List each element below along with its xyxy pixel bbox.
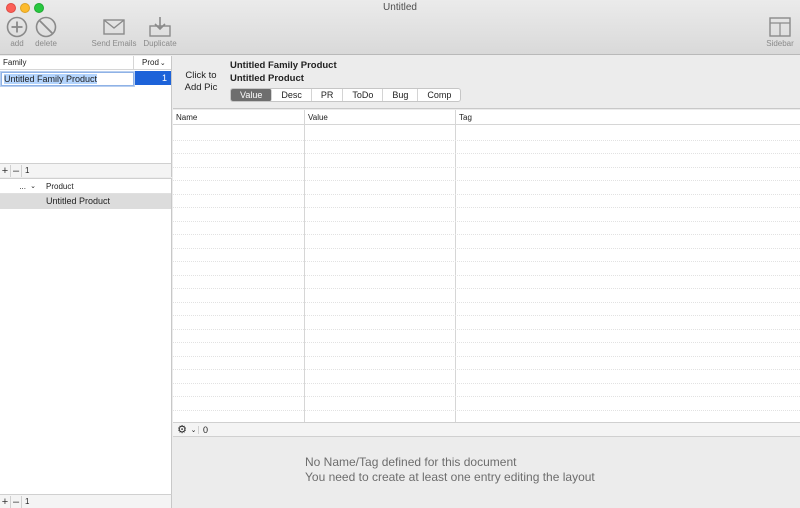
add-label: add: [10, 39, 24, 48]
empty-row-guide: [173, 328, 800, 330]
family-table-header: Family Prod ⌄: [0, 56, 171, 70]
remove-family-button[interactable]: –: [11, 164, 22, 177]
empty-layout-message: No Name/Tag defined for this document Yo…: [305, 455, 595, 485]
family-count: 1: [25, 166, 30, 175]
duplicate-label: Duplicate: [143, 39, 177, 48]
product-title: Untitled Product: [230, 73, 304, 84]
chevron-down-icon: ⌄: [159, 59, 166, 67]
remove-product-button[interactable]: –: [11, 495, 22, 508]
column-header-prod[interactable]: Prod ⌄: [134, 58, 171, 67]
column-header-name[interactable]: Name: [173, 110, 305, 124]
product-table-header: ... ⌄ Product: [0, 179, 171, 194]
family-table-footer: + – 1: [0, 163, 172, 177]
add-circle-icon: [6, 16, 28, 38]
value-table[interactable]: Name Value Tag: [173, 110, 800, 422]
add-pic-line2: Add Pic: [184, 82, 218, 93]
product-options-button[interactable]: ...: [0, 182, 26, 191]
empty-row-guide: [173, 274, 800, 276]
delete-circle-icon: [35, 16, 57, 38]
empty-row-guide: [173, 220, 800, 222]
tab-desc[interactable]: Desc: [272, 89, 312, 101]
product-table[interactable]: ... ⌄ Product Untitled Product: [0, 178, 172, 494]
add-button[interactable]: add: [6, 16, 28, 48]
value-table-footer: ⚙ ⌄ 0: [173, 422, 800, 437]
column-divider: [304, 125, 305, 422]
value-count: 0: [203, 424, 209, 435]
family-name-edit-field[interactable]: Untitled Family Product: [1, 72, 134, 86]
family-prod-count: 1: [161, 73, 167, 83]
empty-row-guide: [173, 234, 800, 235]
product-count: 1: [25, 497, 30, 506]
gear-icon[interactable]: ⚙: [175, 423, 189, 436]
detail-tabs: Value Desc PR ToDo Bug Comp: [230, 88, 462, 102]
message-line1: No Name/Tag defined for this document: [305, 455, 517, 469]
column-header-prod-label: Prod: [142, 58, 159, 67]
empty-row-guide: [173, 153, 800, 154]
empty-row-guide: [173, 396, 800, 397]
empty-row-guide: [173, 166, 800, 168]
chevron-down-icon[interactable]: ⌄: [189, 425, 199, 434]
delete-label: delete: [35, 39, 57, 48]
column-divider: [455, 125, 456, 422]
tab-comp[interactable]: Comp: [418, 89, 460, 101]
chevron-down-icon[interactable]: ⌄: [26, 182, 40, 190]
title-bar: Untitled add delete Send Emails Duplicat…: [0, 0, 800, 55]
sidebar-icon: [769, 17, 791, 37]
delete-button[interactable]: delete: [34, 16, 58, 48]
empty-row-guide: [173, 369, 800, 370]
empty-row-guide: [173, 315, 800, 316]
empty-row-guide: [173, 301, 800, 303]
empty-row-guide: [173, 409, 800, 411]
empty-row-guide: [173, 193, 800, 195]
sidebar-button[interactable]: Sidebar: [764, 16, 796, 48]
family-title: Untitled Family Product: [230, 60, 337, 71]
tab-bug[interactable]: Bug: [383, 89, 419, 101]
sidebar-label: Sidebar: [766, 39, 794, 48]
product-table-footer: + – 1: [0, 494, 172, 508]
column-header-tag[interactable]: Tag: [456, 110, 800, 124]
duplicate-button[interactable]: Duplicate: [141, 16, 179, 48]
detail-header: Click to Add Pic Untitled Family Product…: [173, 56, 800, 109]
value-table-header: Name Value Tag: [173, 110, 800, 125]
add-product-button[interactable]: +: [0, 495, 11, 508]
column-header-product[interactable]: Product: [40, 182, 74, 191]
envelope-icon: [103, 19, 125, 35]
send-emails-button[interactable]: Send Emails: [90, 16, 138, 48]
add-pic-line1: Click to: [185, 70, 217, 81]
add-pic-button[interactable]: Click to Add Pic: [173, 70, 229, 94]
product-row[interactable]: Untitled Product: [0, 194, 171, 209]
add-family-button[interactable]: +: [0, 164, 11, 177]
empty-row-guide: [173, 261, 800, 262]
empty-row-guide: [173, 288, 800, 289]
family-name-value: Untitled Family Product: [4, 74, 98, 84]
empty-row-guide: [173, 139, 800, 141]
empty-row-guide: [173, 180, 800, 181]
empty-row-guide: [173, 382, 800, 384]
message-line2: You need to create at least one entry ed…: [305, 470, 595, 484]
send-emails-label: Send Emails: [91, 39, 137, 48]
family-table[interactable]: Family Prod ⌄ Untitled Family Product 1: [0, 56, 172, 163]
empty-row-guide: [173, 355, 800, 357]
tab-value[interactable]: Value: [231, 89, 273, 101]
duplicate-icon: [149, 17, 171, 37]
empty-row-guide: [173, 207, 800, 208]
window-title: Untitled: [383, 2, 417, 13]
empty-row-guide: [173, 247, 800, 249]
tab-pr[interactable]: PR: [312, 89, 344, 101]
empty-row-guide: [173, 342, 800, 343]
column-header-value[interactable]: Value: [305, 110, 456, 124]
tab-todo[interactable]: ToDo: [343, 89, 384, 101]
column-header-family[interactable]: Family: [0, 56, 134, 69]
